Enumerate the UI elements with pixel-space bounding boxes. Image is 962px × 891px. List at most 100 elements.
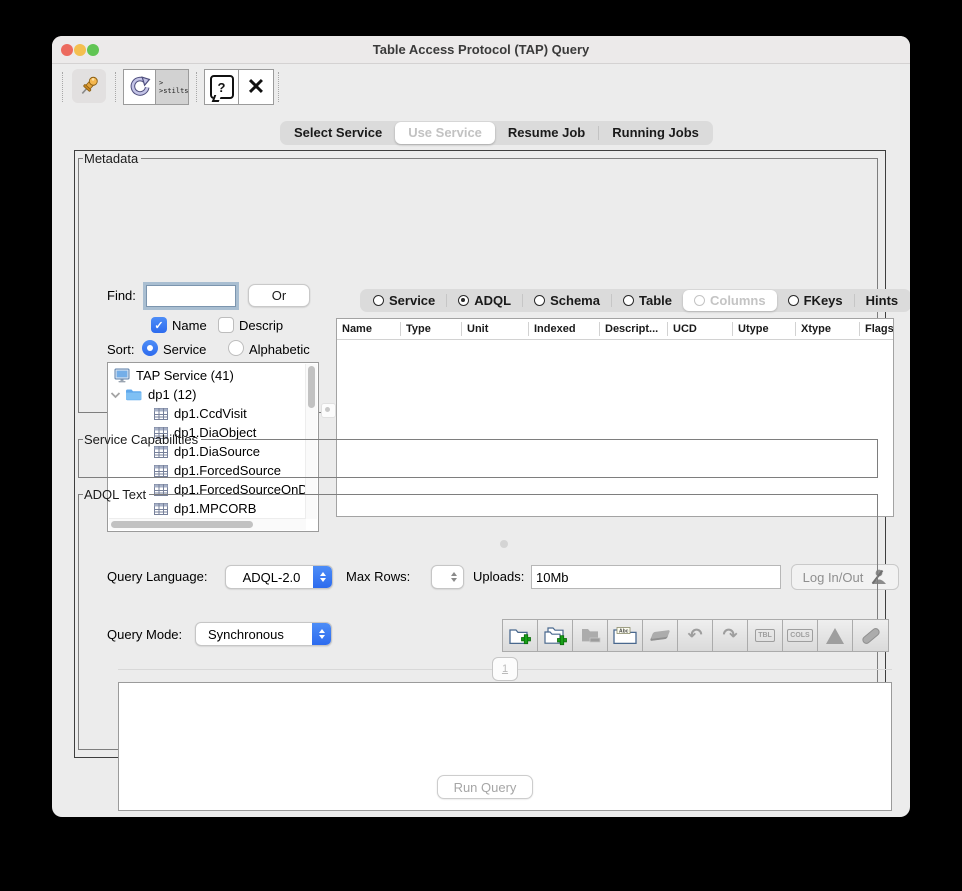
name-checkbox[interactable]: ✓ — [151, 317, 167, 333]
redo-button[interactable]: ↷ — [713, 620, 748, 651]
main-tab-bar: Select Service Use Service Resume Job Ru… — [280, 121, 713, 145]
tree-schema-label: dp1 (12) — [148, 387, 197, 402]
view-tab-service[interactable]: Service — [362, 290, 446, 311]
column-header[interactable]: Utype — [733, 322, 796, 336]
adql-tab-1[interactable]: 1 — [492, 657, 518, 681]
title-bar: Table Access Protocol (TAP) Query — [52, 36, 910, 64]
service-button-group: > >stilts — [123, 69, 189, 105]
radio-icon — [373, 295, 384, 306]
copy-tab-button[interactable] — [538, 620, 573, 651]
radio-icon — [622, 295, 634, 306]
query-mode-select[interactable]: Synchronous — [195, 622, 332, 646]
rename-tab-button[interactable]: Abc — [608, 620, 643, 651]
clear-text-button[interactable] — [643, 620, 678, 651]
fix-errors-button[interactable] — [853, 620, 888, 651]
remove-tab-icon — [582, 628, 601, 642]
check-icon: ✓ — [154, 319, 164, 332]
reload-button[interactable] — [124, 70, 156, 104]
tree-row-table[interactable]: dp1.CcdVisit — [154, 404, 247, 423]
view-tab-label: Table — [638, 293, 672, 308]
column-header[interactable]: Xtype — [796, 322, 860, 336]
service-capabilities-legend: Service Capabilities — [84, 432, 199, 447]
service-icon — [114, 368, 130, 383]
sort-alphabetic-radio[interactable] — [228, 340, 244, 356]
tab-use-service[interactable]: Use Service — [395, 122, 495, 144]
sort-service-radio[interactable] — [142, 340, 158, 356]
toolbar-grip — [196, 72, 197, 102]
table-icon — [154, 407, 168, 420]
sort-alphabetic-label[interactable]: Alphabetic — [249, 342, 310, 357]
query-mode-label: Query Mode: — [107, 627, 183, 642]
radio-selected-icon — [458, 295, 470, 306]
tab-select-service[interactable]: Select Service — [281, 122, 395, 144]
chevron-down-icon[interactable] — [110, 391, 121, 399]
radio-icon — [787, 295, 799, 306]
close-icon: ✕ — [246, 74, 266, 99]
popup-stepper-icon — [312, 623, 331, 645]
pushpin-icon — [81, 76, 98, 94]
view-tab-label: Columns — [709, 293, 766, 308]
tree-row-root[interactable]: TAP Service (41) — [114, 366, 234, 385]
tree-table-label: dp1.CcdVisit — [174, 406, 247, 421]
service-capabilities-panel: Service Capabilities — [78, 432, 878, 478]
find-label: Find: — [107, 288, 136, 303]
column-header[interactable]: Type — [401, 322, 462, 336]
warning-icon — [826, 627, 844, 644]
column-header[interactable]: Flags — [860, 322, 893, 336]
tree-root-label: TAP Service (41) — [136, 368, 234, 383]
scrollbar-thumb[interactable] — [308, 366, 315, 408]
folder-icon — [125, 388, 142, 401]
tree-split-divider-handle[interactable] — [321, 403, 336, 418]
view-tab-columns[interactable]: Columns — [682, 290, 777, 311]
view-tab-schema[interactable]: Schema — [523, 290, 611, 311]
add-tab-button[interactable] — [503, 620, 538, 651]
tab-running-jobs[interactable]: Running Jobs — [599, 122, 712, 144]
query-mode-value: Synchronous — [208, 626, 284, 642]
view-tab-label: Schema — [550, 293, 600, 308]
help-button[interactable]: ? — [205, 70, 239, 104]
descrip-checkbox-label[interactable]: Descrip — [239, 318, 283, 333]
insert-table-button[interactable]: TBL — [748, 620, 783, 651]
undo-button[interactable]: ↶ — [678, 620, 713, 651]
view-tab-label: ADQL — [474, 293, 512, 308]
metadata-view-tab-bar: Service ADQL Schema Table Columns FKeys … — [360, 289, 910, 312]
window-button-group: ? ✕ — [204, 69, 274, 105]
view-tab-table[interactable]: Table — [612, 290, 683, 311]
adql-text-legend: ADQL Text — [84, 487, 147, 502]
find-input[interactable] — [143, 282, 239, 310]
stilts-icon: >stilts — [159, 87, 189, 95]
or-button[interactable]: Or — [248, 284, 310, 307]
view-tab-fkeys[interactable]: FKeys — [777, 290, 854, 311]
show-errors-button[interactable] — [818, 620, 853, 651]
reload-icon — [130, 76, 150, 96]
sort-service-label[interactable]: Service — [163, 342, 206, 357]
descrip-checkbox[interactable] — [218, 317, 234, 333]
name-checkbox-label[interactable]: Name — [172, 318, 207, 333]
remove-tab-button[interactable] — [573, 620, 608, 651]
column-header[interactable]: Descript... — [600, 322, 668, 336]
pin-window-button[interactable] — [72, 69, 106, 103]
tree-row-schema[interactable]: dp1 (12) — [110, 385, 196, 404]
radio-icon — [693, 295, 705, 306]
copy-tab-icon — [543, 626, 567, 645]
bandaid-icon — [860, 626, 881, 645]
column-header[interactable]: UCD — [668, 322, 733, 336]
tbl-icon: TBL — [755, 629, 775, 642]
cols-icon: COLS — [787, 629, 813, 642]
close-dialog-button[interactable]: ✕ — [239, 70, 273, 104]
help-icon: ? — [209, 75, 234, 99]
column-header[interactable]: Name — [337, 322, 401, 336]
column-header[interactable]: Unit — [462, 322, 529, 336]
tab-resume-job[interactable]: Resume Job — [495, 122, 598, 144]
metadata-legend: Metadata — [84, 151, 139, 166]
column-header[interactable]: Indexed — [529, 322, 600, 336]
svg-text:Abc: Abc — [619, 628, 629, 634]
toolbar-grip — [278, 72, 279, 102]
run-query-button[interactable]: Run Query — [437, 775, 533, 799]
stilts-button[interactable]: > >stilts — [156, 70, 189, 104]
insert-columns-button[interactable]: COLS — [783, 620, 818, 651]
sort-label: Sort: — [107, 342, 135, 357]
radio-icon — [534, 295, 546, 306]
hints-button[interactable]: Hints — [855, 290, 910, 311]
view-tab-adql[interactable]: ADQL — [447, 290, 522, 311]
